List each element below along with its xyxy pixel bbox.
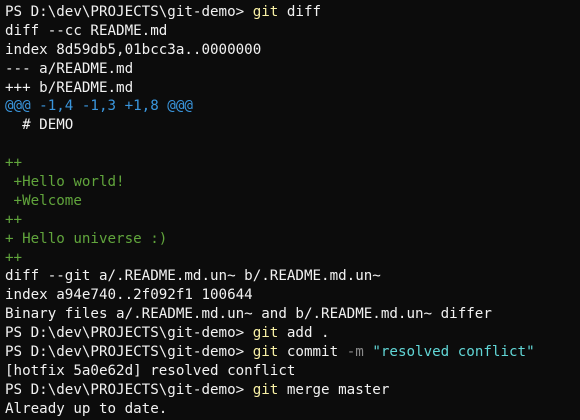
terminal-line: +Welcome xyxy=(5,192,580,211)
terminal-text: PS D:\dev\PROJECTS\git-demo> xyxy=(5,381,253,398)
terminal-text: PS D:\dev\PROJECTS\git-demo> xyxy=(5,4,253,20)
terminal-text: +++ b/README.md xyxy=(5,79,134,96)
terminal-line: +Hello world! xyxy=(5,173,580,192)
terminal-text: @@@ -1,4 -1,3 +1,8 @@@ xyxy=(5,98,193,115)
terminal-line: index 8d59db5,01bcc3a..0000000 xyxy=(5,41,580,60)
terminal-text: git xyxy=(252,325,279,342)
terminal-text: diff --cc README.md xyxy=(5,22,168,39)
terminal-text: commit xyxy=(278,344,347,361)
terminal-text: +Welcome xyxy=(5,192,82,209)
terminal-text: # DEMO xyxy=(5,117,74,134)
terminal-text: +Hello world! xyxy=(5,174,125,191)
terminal-line: ++ xyxy=(5,154,580,173)
terminal-line: diff --git a/.README.md.un~ b/.README.md… xyxy=(5,267,580,286)
terminal-text: "resolved conflict" xyxy=(372,344,535,361)
terminal-line: Already up to date. xyxy=(5,400,580,419)
terminal-text: index 8d59db5,01bcc3a..0000000 xyxy=(5,41,262,58)
terminal-line: PS D:\dev\PROJECTS\git-demo> git add . xyxy=(5,324,580,343)
terminal-line: + Hello universe :) xyxy=(5,230,580,249)
terminal-text: merge master xyxy=(278,381,390,398)
terminal-text: Already up to date. xyxy=(5,400,168,417)
terminal-line: diff --cc README.md xyxy=(5,22,580,41)
terminal-text: PS D:\dev\PROJECTS\git-demo> xyxy=(5,325,253,342)
terminal-line: PS D:\dev\PROJECTS\git-demo> git commit … xyxy=(5,343,580,362)
terminal-text: diff xyxy=(278,4,322,20)
terminal-line: Binary files a/.README.md.un~ and b/.REA… xyxy=(5,305,580,324)
terminal-text: [hotfix 5a0e62d] resolved conflict xyxy=(5,362,296,379)
terminal-line: ++ xyxy=(5,249,580,268)
terminal-line: ++ xyxy=(5,211,580,230)
terminal-line: PS D:\dev\PROJECTS\git-demo> git diff xyxy=(5,3,580,22)
terminal-text: PS D:\dev\PROJECTS\git-demo> xyxy=(5,344,253,361)
terminal-line: PS D:\dev\PROJECTS\git-demo> git merge m… xyxy=(5,381,580,400)
terminal-text: --- a/README.md xyxy=(5,60,134,77)
terminal-line: # DEMO xyxy=(5,116,580,135)
terminal-text: ++ xyxy=(5,211,23,228)
terminal-text: -m xyxy=(346,344,364,361)
terminal-text: + Hello universe :) xyxy=(5,230,168,247)
terminal-text: index a94e740..2f092f1 100644 xyxy=(5,287,253,304)
terminal-text: diff --git a/.README.md.un~ b/.README.md… xyxy=(5,268,381,285)
terminal-line: +++ b/README.md xyxy=(5,79,580,98)
terminal-text: ++ xyxy=(5,155,23,172)
terminal-line: --- a/README.md xyxy=(5,60,580,79)
terminal-text: git xyxy=(252,4,279,20)
terminal-line: index a94e740..2f092f1 100644 xyxy=(5,286,580,305)
terminal-window[interactable]: PS D:\dev\PROJECTS\git-demo> git diff dif… xyxy=(0,0,580,420)
terminal-text: add . xyxy=(278,325,330,342)
terminal-text: ++ xyxy=(5,249,23,266)
terminal-line: @@@ -1,4 -1,3 +1,8 @@@ xyxy=(5,97,580,116)
terminal-line: [hotfix 5a0e62d] resolved conflict xyxy=(5,362,580,381)
terminal-text: git xyxy=(252,381,279,398)
terminal-text: Binary files a/.README.md.un~ and b/.REA… xyxy=(5,306,492,323)
terminal-text: git xyxy=(252,344,279,361)
